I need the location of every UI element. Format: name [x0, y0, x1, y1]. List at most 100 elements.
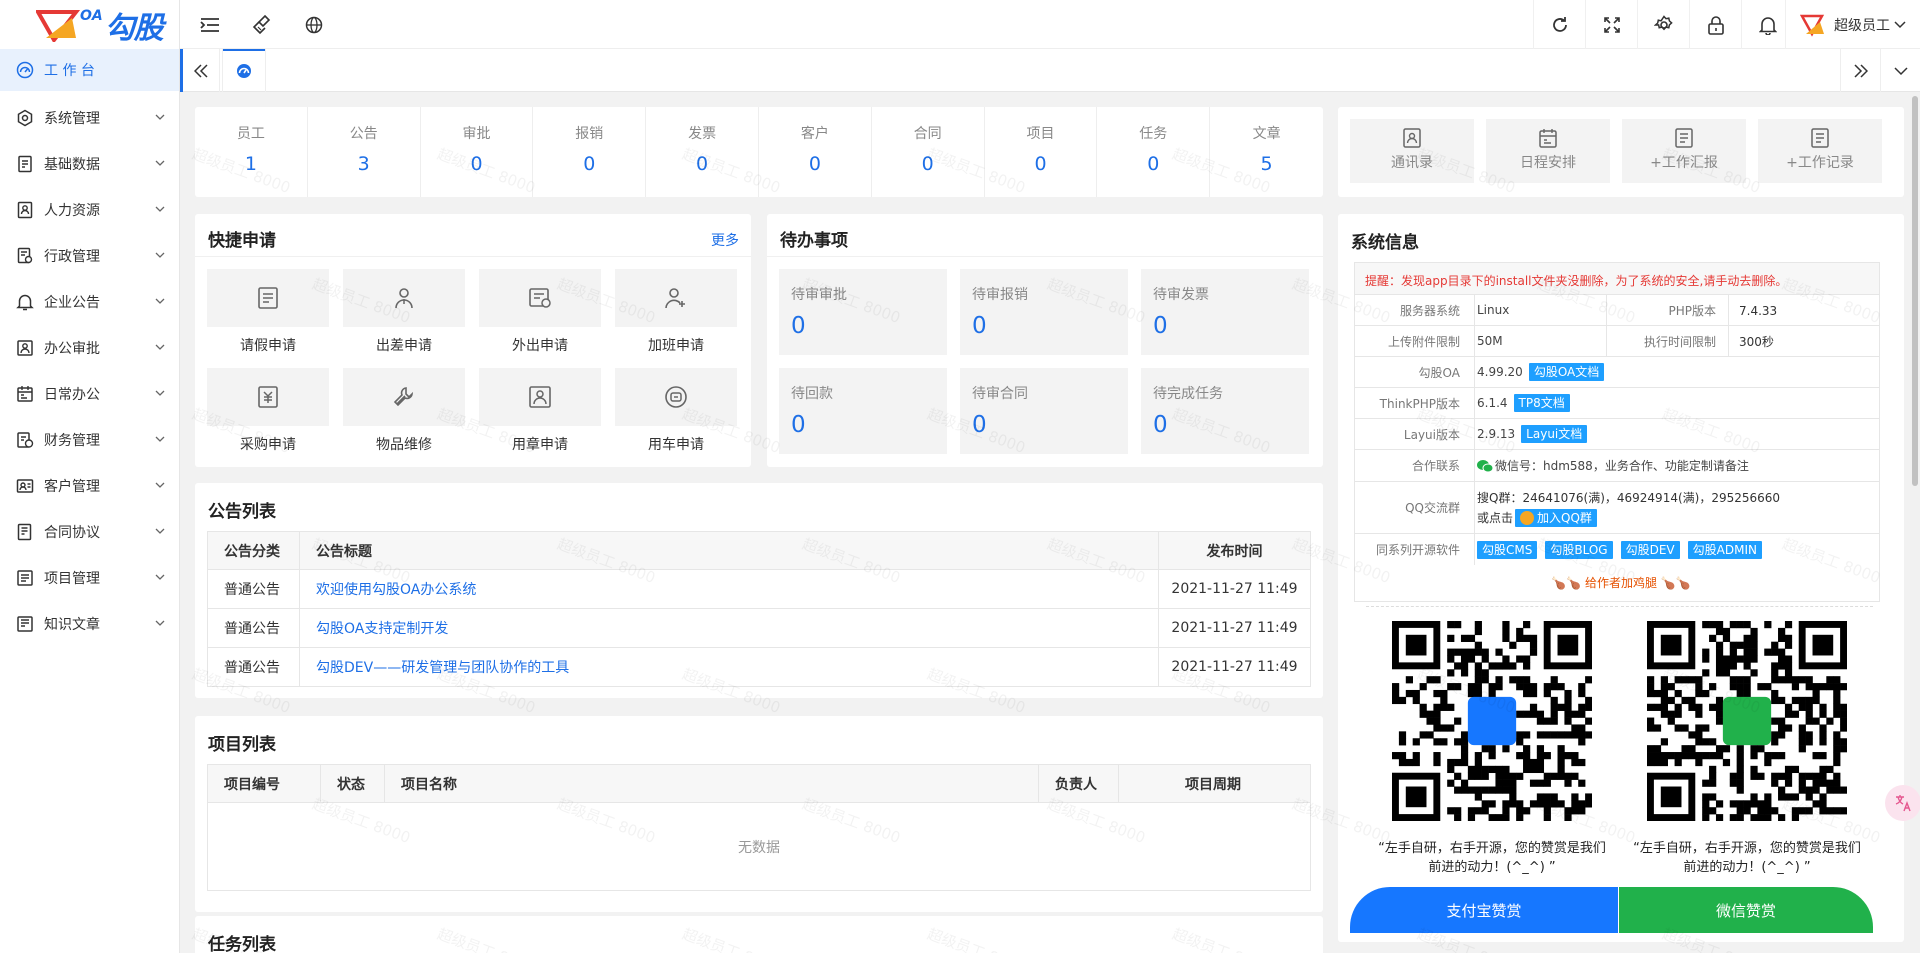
top-header: 超级员工: [180, 0, 1920, 49]
stat-4[interactable]: 发票 0: [646, 107, 759, 197]
tab-bar: [180, 49, 1920, 92]
tab-home[interactable]: [222, 49, 266, 92]
stat-3[interactable]: 报销 0: [533, 107, 647, 197]
tp-doc-badge[interactable]: TP8文档: [1513, 394, 1570, 412]
stats-card: 员工 1 公告 3 审批 0 报销 0 发票 0 客户 0 合同 0 项目 0 任务 0 文章 5: [195, 107, 1323, 197]
sidebar-item-9[interactable]: 客户管理: [0, 463, 179, 509]
sidebar-item-11[interactable]: 项目管理: [0, 555, 179, 601]
sidebar-item-2[interactable]: 基础数据: [0, 141, 179, 187]
project-list-card: 项目列表 项目编号 状态 项目名称 负责人 项目周期 无数据: [195, 716, 1323, 912]
menu-toggle-button[interactable]: [184, 0, 236, 49]
sidebar-item-7[interactable]: 日常办公: [0, 371, 179, 417]
notice-link[interactable]: 欢迎使用勾股OA办公系统: [316, 582, 476, 598]
shortcut-label[interactable]: 采购申请: [207, 434, 329, 454]
todo-item-4[interactable]: 待审合同 0: [960, 368, 1128, 454]
stat-1[interactable]: 公告 3: [308, 107, 421, 197]
join-qq-badge[interactable]: 加入QQ群: [1515, 509, 1597, 527]
quick-link-0[interactable]: 通讯录: [1350, 119, 1474, 183]
tab-scroll-left-button[interactable]: [180, 49, 220, 92]
stat-5[interactable]: 客户 0: [759, 107, 872, 197]
shortcut-tile-2[interactable]: [479, 269, 601, 327]
shortcut-label[interactable]: 用车申请: [615, 434, 737, 454]
fullscreen-button[interactable]: [1585, 0, 1637, 49]
opensource-badge[interactable]: 勾股BLOG: [1545, 540, 1613, 559]
todo-item-5[interactable]: 待完成任务 0: [1141, 368, 1309, 454]
sidebar-item-8[interactable]: 财务管理: [0, 417, 179, 463]
wechat-panel: “左手自研，右手开源，您的赞赏是我们前进的动力！(^_^) ” 微信赞赏: [1619, 606, 1873, 942]
shortcut-tile-7[interactable]: [615, 368, 737, 426]
install-warning: 提醒：发现app目录下的install文件夹没删除，为了系统的安全,请手动去删除…: [1365, 274, 1788, 288]
shortcut-more-link[interactable]: 更多: [711, 230, 739, 250]
settings-button[interactable]: [1637, 0, 1689, 49]
stat-value: 0: [808, 153, 821, 175]
stat-0[interactable]: 员工 1: [195, 107, 308, 197]
quick-link-3[interactable]: +工作记录: [1758, 119, 1882, 183]
todo-item-2[interactable]: 待审发票 0: [1141, 269, 1309, 355]
chevron-down-icon: [155, 574, 165, 581]
home-site-button[interactable]: [288, 0, 340, 49]
oa-version: 4.99.20: [1477, 365, 1523, 379]
sidebar-item-3[interactable]: 人力资源: [0, 187, 179, 233]
shortcut-label[interactable]: 外出申请: [479, 335, 601, 355]
opensource-badge[interactable]: 勾股CMS: [1477, 540, 1538, 559]
scrollbar-thumb[interactable]: [1912, 96, 1918, 486]
stat-value: 0: [1147, 153, 1160, 175]
lock-screen-button[interactable]: [1689, 0, 1741, 49]
logo[interactable]: OA 勾股: [0, 0, 179, 49]
refresh-button[interactable]: [1533, 0, 1585, 49]
shortcut-label[interactable]: 出差申请: [343, 335, 465, 355]
project-empty: 无数据: [207, 802, 1311, 891]
clear-cache-button[interactable]: [236, 0, 288, 49]
tab-menu-button[interactable]: [1880, 49, 1920, 92]
quick-link-1[interactable]: 日程安排: [1486, 119, 1610, 183]
translate-float-button[interactable]: [1885, 785, 1920, 821]
double-chevron-right-icon: [1853, 63, 1868, 78]
shortcut-label[interactable]: 物品维修: [343, 434, 465, 454]
stat-value: 0: [696, 153, 709, 175]
gear-icon: [1653, 14, 1673, 30]
shortcut-label[interactable]: 请假申请: [207, 335, 329, 355]
layui-doc-badge[interactable]: Layui文档: [1521, 425, 1588, 443]
quick-link-2[interactable]: +工作汇报: [1622, 119, 1746, 183]
stat-8[interactable]: 任务 0: [1097, 107, 1211, 197]
sidebar-item-4[interactable]: 行政管理: [0, 233, 179, 279]
sidebar-item-5[interactable]: 企业公告: [0, 279, 179, 325]
sidebar-item-6[interactable]: 办公审批: [0, 325, 179, 371]
todo-item-3[interactable]: 待回款 0: [779, 368, 947, 454]
wechat-donate-button[interactable]: 微信赞赏: [1619, 887, 1873, 933]
sidebar-item-10[interactable]: 合同协议: [0, 509, 179, 555]
todo-value: 0: [972, 313, 987, 339]
seal-icon: [527, 384, 553, 410]
shortcut-tile-3[interactable]: [615, 269, 737, 327]
stat-6[interactable]: 合同 0: [872, 107, 985, 197]
wechat-donate-text: “左手自研，右手开源，您的赞赏是我们前进的动力！(^_^) ”: [1633, 841, 1861, 875]
notice-link[interactable]: 勾股OA支持定制开发: [316, 621, 448, 637]
notice-link[interactable]: 勾股DEV——研发管理与团队协作的工具: [316, 660, 569, 676]
sidebar-item-0[interactable]: 工 作 台: [0, 49, 179, 91]
shortcut-label[interactable]: 用章申请: [479, 434, 601, 454]
tab-scroll-right-button[interactable]: [1840, 49, 1880, 92]
user-menu[interactable]: 超级员工: [1785, 0, 1906, 49]
alipay-donate-button[interactable]: 支付宝赞赏: [1350, 887, 1618, 933]
shortcut-tile-4[interactable]: [207, 368, 329, 426]
stat-7[interactable]: 项目 0: [985, 107, 1098, 197]
shortcut-label[interactable]: 加班申请: [615, 335, 737, 355]
todo-item-0[interactable]: 待审审批 0: [779, 269, 947, 355]
shortcut-tile-1[interactable]: [343, 269, 465, 327]
todo-label: 待审发票: [1153, 287, 1209, 303]
sidebar-item-12[interactable]: 知识文章: [0, 601, 179, 647]
repair-icon: [391, 384, 417, 410]
shortcut-tile-5[interactable]: [343, 368, 465, 426]
todo-item-1[interactable]: 待审报销 0: [960, 269, 1128, 355]
oa-doc-badge[interactable]: 勾股OA文档: [1528, 363, 1605, 381]
stat-9[interactable]: 文章 5: [1210, 107, 1323, 197]
shortcut-tile-6[interactable]: [479, 368, 601, 426]
stat-2[interactable]: 审批 0: [421, 107, 534, 197]
opensource-badge[interactable]: 勾股DEV: [1620, 540, 1680, 559]
scrollbar-track[interactable]: [1910, 92, 1920, 953]
opensource-badge[interactable]: 勾股ADMIN: [1687, 540, 1762, 559]
shortcut-tile-0[interactable]: [207, 269, 329, 327]
sidebar-item-label: 行政管理: [44, 249, 100, 265]
sidebar-item-1[interactable]: 系统管理: [0, 95, 179, 141]
stat-value: 5: [1260, 153, 1273, 175]
